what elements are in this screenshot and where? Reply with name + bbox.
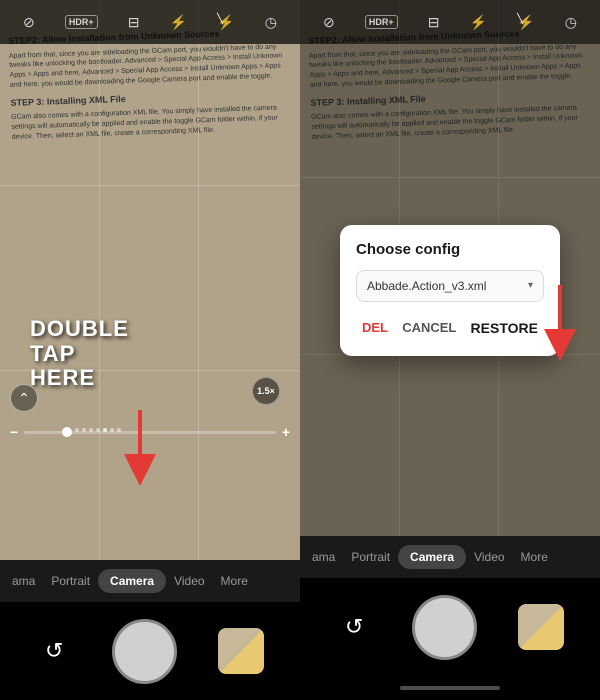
no-image-icon[interactable]: ⊟ (128, 14, 140, 31)
r-tab-video[interactable]: Video (466, 546, 512, 568)
slider-dots (75, 428, 121, 432)
r-flash-icon[interactable]: ⚡ (470, 14, 487, 31)
flash-off-icon[interactable]: ⚡╲ (217, 14, 234, 31)
r-rotate-icon: ↺ (345, 614, 363, 640)
left-viewfinder: STEP2: Allow Installation from Unknown S… (0, 0, 300, 560)
chevron-up-icon: ⌃ (18, 390, 30, 407)
tab-pano[interactable]: ama (4, 570, 43, 592)
timer-off-icon[interactable]: ⊘ (23, 14, 35, 31)
r-timer-off-icon[interactable]: ⊘ (323, 14, 335, 31)
dialog-actions: DEL CANCEL RESTORE (356, 316, 544, 340)
r-rotate-camera-button[interactable]: ↺ (336, 609, 372, 645)
config-value: Abbade.Action_v3.xml (367, 279, 486, 293)
left-mode-tabs: ama Portrait Camera Video More (0, 560, 300, 602)
r-flash-off-icon[interactable]: ⚡╲ (517, 14, 534, 31)
r-gallery-thumbnail[interactable] (518, 604, 564, 650)
slider-track[interactable] (24, 431, 276, 434)
tab-video[interactable]: Video (166, 570, 212, 592)
slider-thumb[interactable] (62, 427, 72, 437)
r-tab-camera[interactable]: Camera (398, 545, 466, 569)
zoom-slider[interactable]: − + (0, 424, 300, 440)
flash-adjust-icon[interactable]: ⚡ (170, 14, 187, 31)
hdr-plus-icon[interactable]: HDR+ (65, 15, 98, 29)
right-top-toolbar: ⊘ HDR+ ⊟ ⚡ ⚡╲ ◷ (300, 0, 600, 44)
choose-config-dialog: Choose config Abbade.Action_v3.xml ▾ DEL… (340, 225, 560, 356)
restore-button[interactable]: RESTORE (465, 316, 544, 340)
del-button[interactable]: DEL (356, 316, 394, 339)
right-panel: STEP2: Allow Installation from Unknown S… (300, 0, 600, 700)
rotate-camera-button[interactable]: ↺ (36, 633, 72, 669)
step2-body: Apart from that, since you are sideloadi… (9, 42, 290, 91)
r-temp-icon[interactable]: ◷ (565, 14, 577, 31)
gallery-thumbnail[interactable] (218, 628, 264, 674)
double-tap-text: DOUBLE TAP HERE (30, 317, 129, 390)
zoom-minus-icon[interactable]: − (10, 424, 18, 440)
tab-camera[interactable]: Camera (98, 569, 166, 593)
dialog-title: Choose config (356, 241, 544, 258)
r-tab-portrait[interactable]: Portrait (343, 546, 398, 568)
left-top-toolbar: ⊘ HDR+ ⊟ ⚡ ⚡╲ ◷ (0, 0, 300, 44)
r-tab-more[interactable]: More (513, 546, 556, 568)
left-bottom-bar: ↺ (0, 602, 300, 700)
r-shutter-button[interactable] (412, 595, 477, 660)
rotate-icon: ↺ (45, 638, 63, 664)
dialog-overlay: Choose config Abbade.Action_v3.xml ▾ DEL… (300, 44, 600, 536)
tab-portrait[interactable]: Portrait (43, 570, 98, 592)
timer-icon[interactable]: ◷ (265, 14, 277, 31)
shutter-button[interactable] (112, 619, 177, 684)
r-home-bar (400, 686, 500, 690)
zoom-button[interactable]: 1.5× (252, 377, 280, 405)
back-arrow-button[interactable]: ⌃ (10, 384, 38, 412)
dropdown-arrow-icon: ▾ (528, 280, 533, 291)
cancel-button[interactable]: CANCEL (396, 316, 462, 339)
right-mode-tabs: ama Portrait Camera Video More (300, 536, 600, 578)
left-panel: STEP2: Allow Installation from Unknown S… (0, 0, 300, 700)
r-home-indicator (300, 676, 600, 700)
right-bottom-bar: ↺ (300, 578, 600, 676)
r-no-image-icon[interactable]: ⊟ (428, 14, 440, 31)
r-hdr-plus-icon[interactable]: HDR+ (365, 15, 398, 29)
config-select[interactable]: Abbade.Action_v3.xml ▾ (356, 270, 544, 302)
zoom-plus-icon[interactable]: + (282, 424, 290, 440)
r-tab-pano[interactable]: ama (304, 546, 343, 568)
tab-more[interactable]: More (213, 570, 256, 592)
